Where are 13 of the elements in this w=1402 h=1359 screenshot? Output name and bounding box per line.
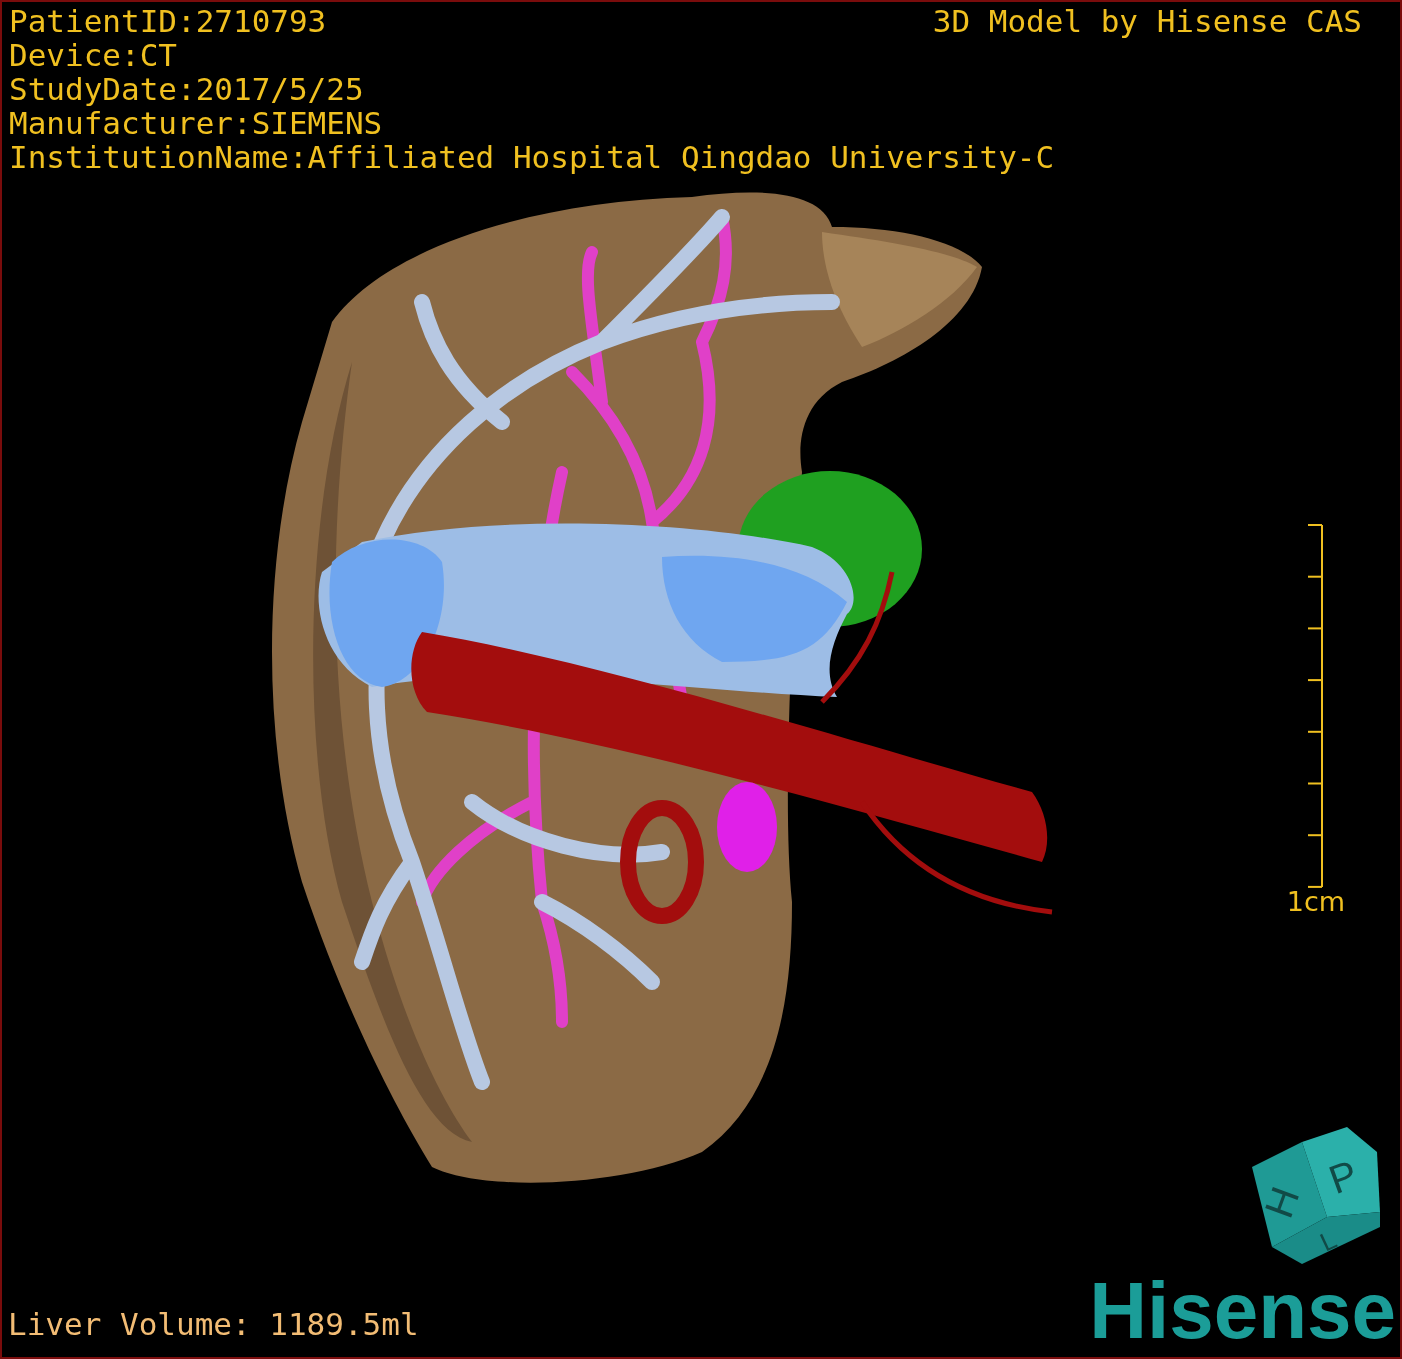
patient-info-text: StudyDate:2017/5/25 <box>9 72 364 106</box>
scale-label: 1cm <box>1286 887 1346 917</box>
patient-info-text: InstitutionName:Affiliated Hospital Qingdao University-C <box>9 140 1055 174</box>
cube-letter: L <box>1315 1224 1342 1258</box>
liver-volume-text: Liver Volume: 1189.5ml <box>8 1307 419 1341</box>
patient-info-text: PatientID:2710793 <box>9 4 327 38</box>
patient-info-text: Device:CT <box>9 38 177 72</box>
orientation-cube[interactable]: H P L <box>1252 1127 1380 1264</box>
credit-text: 3D Model by Hisense CAS <box>932 4 1362 38</box>
cube-letter: H <box>1256 1181 1308 1224</box>
patient-info-text: Manufacturer:SIEMENS <box>9 106 383 140</box>
cube-letter: P <box>1323 1151 1364 1203</box>
brand-logo: Hisense <box>1089 1271 1396 1351</box>
